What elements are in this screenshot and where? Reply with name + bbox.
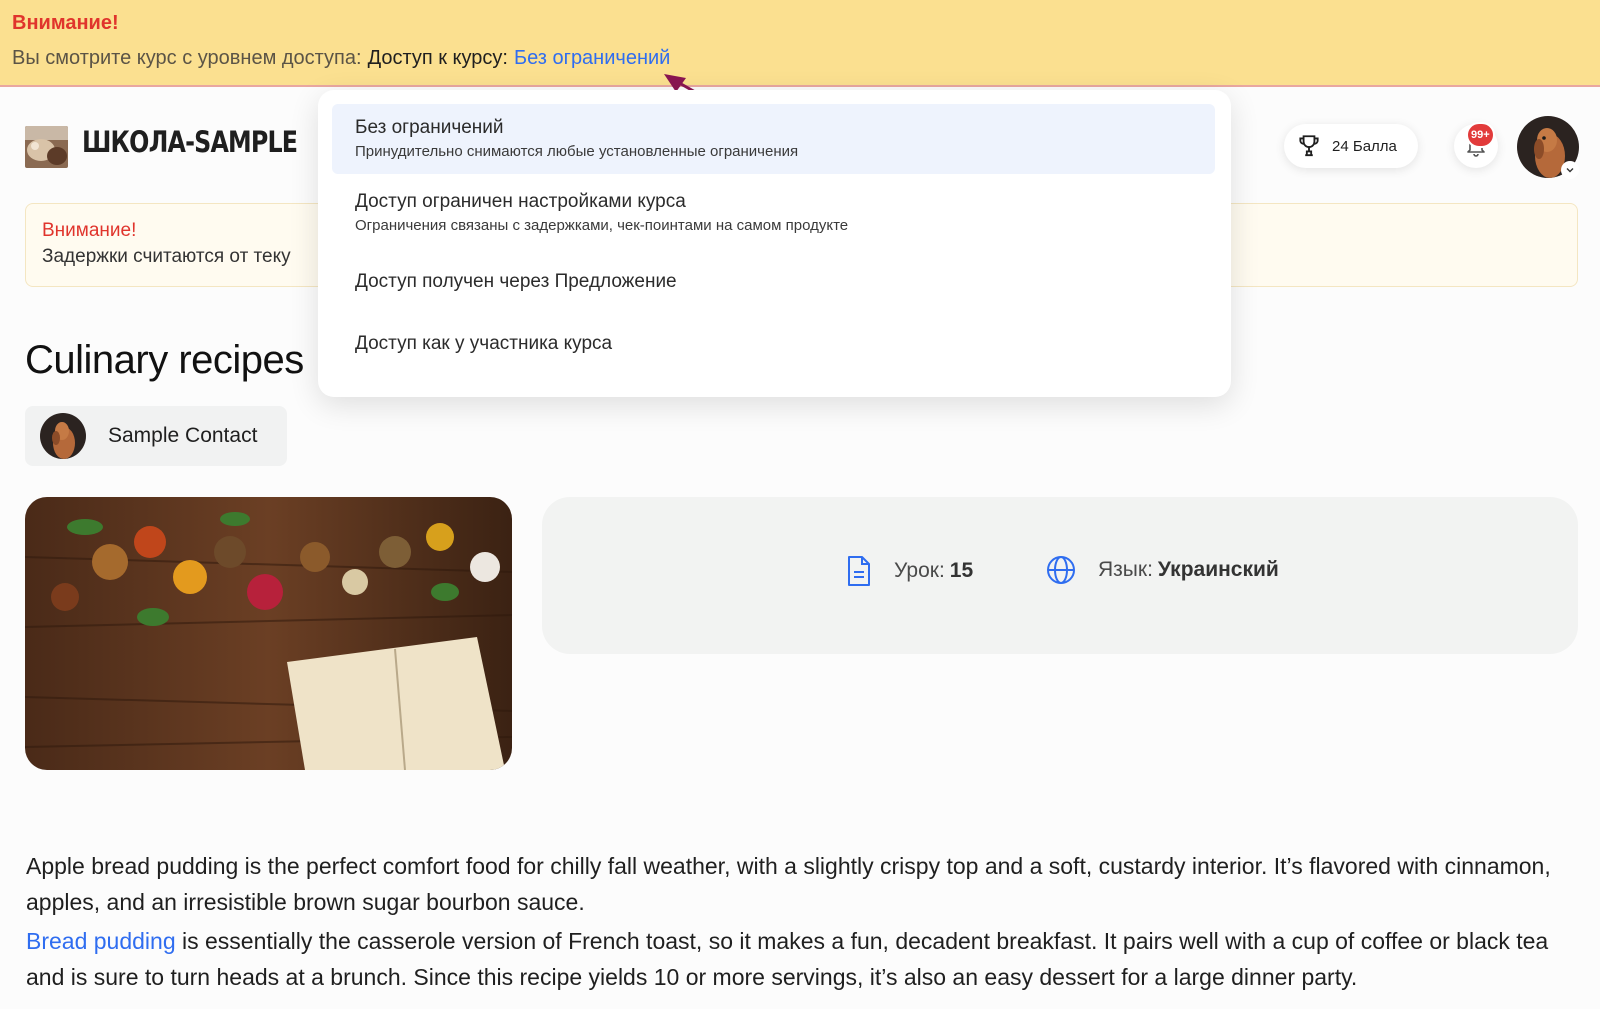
trophy-icon	[1299, 135, 1319, 157]
points-button[interactable]: 24 Балла	[1284, 124, 1418, 168]
bread-pudding-link[interactable]: Bread pudding	[26, 928, 176, 954]
lessons-count: Урок: 15	[846, 555, 973, 587]
description-paragraph-2: Bread pudding is essentially the cassero…	[26, 923, 1576, 995]
school-logo-image	[25, 126, 68, 168]
option-title: Доступ получен через Предложение	[355, 271, 677, 292]
banner-access-line: Вы смотрите курс с уровнем доступа: Досту…	[12, 47, 670, 70]
banner-access-label: Доступ к курсу:	[367, 47, 508, 69]
course-info-panel: Урок: 15 Язык: Украинский	[542, 497, 1578, 654]
lessons-label: Урок:	[894, 559, 945, 582]
school-logo[interactable]	[25, 126, 68, 168]
option-subtitle: Принудительно снимаются любые установлен…	[355, 143, 799, 160]
page-title: Culinary recipes	[25, 338, 304, 382]
option-title: Доступ ограничен настройками курса	[355, 191, 686, 212]
course-language: Язык: Украинский	[1046, 555, 1279, 585]
points-label: 24 Балла	[1332, 137, 1397, 155]
document-icon	[848, 556, 870, 586]
access-option-participant[interactable]: Доступ как у участника курса	[332, 318, 1215, 378]
course-cover-image	[25, 497, 512, 770]
contact-avatar	[40, 413, 86, 459]
chevron-down-icon[interactable]	[1561, 161, 1579, 179]
access-option-unrestricted[interactable]: Без ограничений Принудительно снимаются …	[332, 104, 1215, 174]
access-warning-banner: Внимание! Вы смотрите курс с уровнем дос…	[0, 0, 1600, 87]
access-option-offer[interactable]: Доступ получен через Предложение	[332, 256, 1215, 312]
school-name[interactable]: ШКОЛА-SAMPLE	[82, 125, 298, 159]
contact-name: Sample Contact	[108, 424, 258, 447]
notice-text: Задержки считаются от теку	[42, 246, 291, 267]
language-label: Язык:	[1098, 558, 1153, 581]
contact-card[interactable]: Sample Contact	[25, 406, 287, 466]
notifications-badge: 99+	[1466, 122, 1495, 148]
course-description: Apple bread pudding is the perfect comfo…	[26, 848, 1576, 995]
globe-icon	[1047, 556, 1075, 584]
access-level-link[interactable]: Без ограничений	[514, 47, 670, 69]
access-level-dropdown: Без ограничений Принудительно снимаются …	[318, 90, 1231, 397]
notice-title: Внимание!	[42, 220, 137, 241]
access-option-course-settings[interactable]: Доступ ограничен настройками курса Огран…	[332, 180, 1215, 250]
language-value: Украинский	[1157, 558, 1279, 581]
option-title: Доступ как у участника курса	[355, 333, 613, 354]
banner-prefix: Вы смотрите курс с уровнем доступа:	[12, 47, 362, 69]
lessons-value: 15	[949, 559, 974, 582]
description-paragraph-1: Apple bread pudding is the perfect comfo…	[26, 853, 1551, 915]
description-paragraph-2-text: is essentially the casserole version of …	[26, 928, 1549, 990]
banner-title: Внимание!	[12, 12, 119, 34]
option-subtitle: Ограничения связаны с задержками, чек-по…	[355, 217, 849, 234]
option-title: Без ограничений	[355, 117, 504, 138]
